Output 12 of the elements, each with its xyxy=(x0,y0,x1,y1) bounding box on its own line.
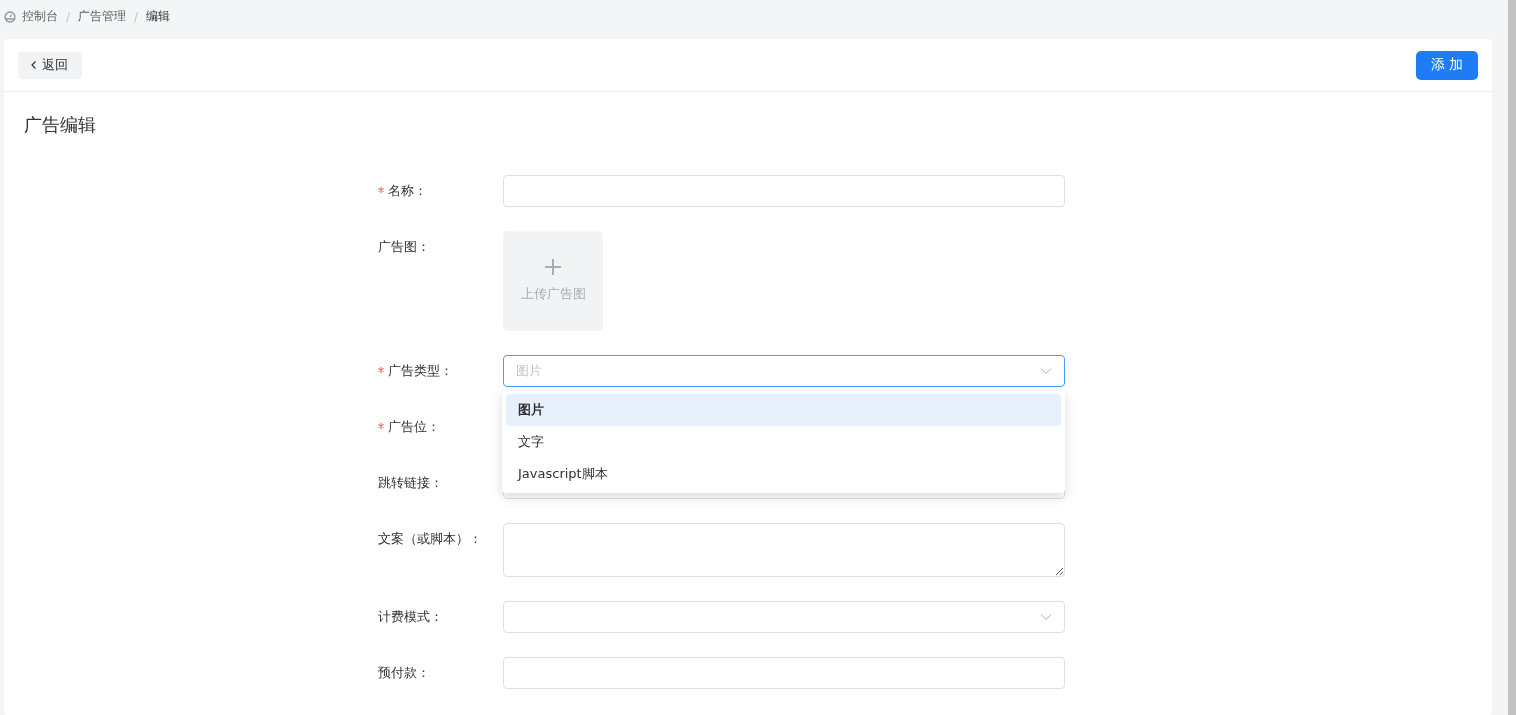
upload-label: 上传广告图 xyxy=(520,285,586,303)
field-label: 广告位： xyxy=(388,418,440,436)
field-label: 广告图： xyxy=(378,238,430,256)
field-label: 名称： xyxy=(388,182,427,200)
field-label: 预付款： xyxy=(378,664,430,682)
section-title: 广告编辑 xyxy=(23,113,97,137)
field-label: 文案（或脚本）： xyxy=(378,530,482,548)
field-label: 广告类型： xyxy=(388,362,453,380)
breadcrumb-separator: / xyxy=(66,9,71,24)
breadcrumb-separator: / xyxy=(134,9,139,24)
field-label: 跳转链接： xyxy=(378,474,443,492)
field-label: 计费模式： xyxy=(378,608,443,626)
